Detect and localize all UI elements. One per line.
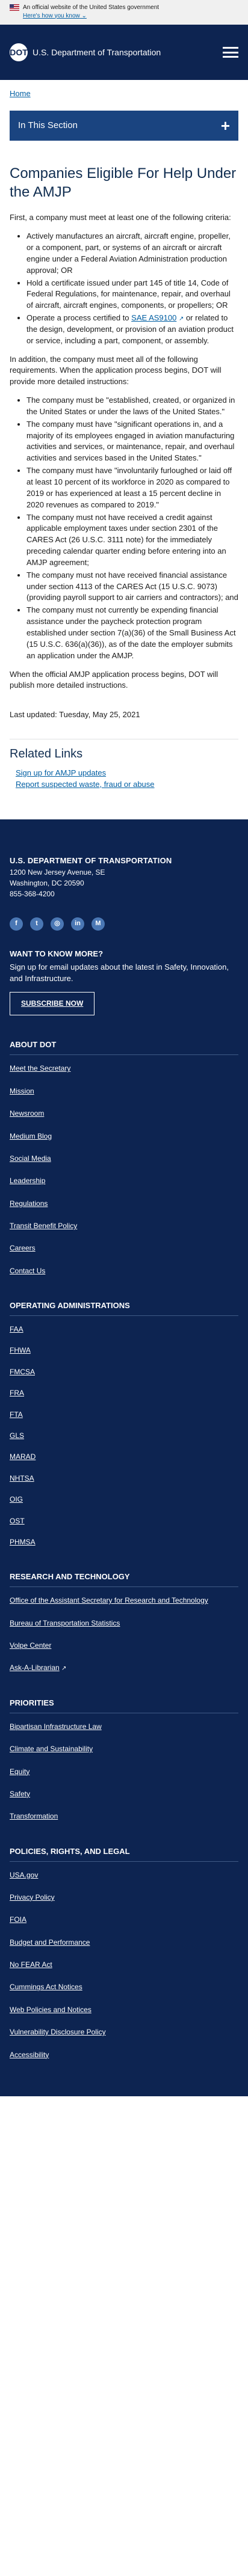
list-item: The company must not have received finan…	[26, 570, 238, 604]
footer-link[interactable]: Accessibility	[10, 2051, 49, 2059]
footer-link[interactable]: MARAD	[10, 1452, 36, 1461]
footer-address: 1200 New Jersey Avenue, SE Washington, D…	[10, 867, 238, 899]
footer-link[interactable]: Safety	[10, 1790, 30, 1798]
medium-icon[interactable]: M	[91, 917, 105, 931]
footer-section-about: ABOUT DOT Meet the Secretary Mission New…	[10, 1039, 238, 1276]
list-item: Operate a process certified to SAE AS910…	[26, 313, 238, 347]
facebook-icon[interactable]: f	[10, 917, 23, 931]
plus-icon: +	[220, 116, 230, 135]
footer-link[interactable]: FOIA	[10, 1915, 26, 1924]
list-item: The company must be "established, create…	[26, 395, 238, 418]
footer-link[interactable]: OST	[10, 1517, 25, 1525]
footer-link[interactable]: PHMSA	[10, 1538, 36, 1546]
twitter-icon[interactable]: t	[30, 917, 43, 931]
footer-link[interactable]: OIG	[10, 1495, 23, 1504]
social-links: f t ◎ in M	[10, 917, 238, 931]
footer-link[interactable]: NHTSA	[10, 1474, 34, 1482]
list-item: The company must not have received a cre…	[26, 512, 238, 569]
list-item: The company must have "significant opera…	[26, 419, 238, 464]
instagram-icon[interactable]: ◎	[51, 917, 64, 931]
footer-link[interactable]: Volpe Center	[10, 1641, 51, 1650]
footer-link[interactable]: FTA	[10, 1410, 23, 1419]
requirements-intro: In addition, the company must meet all o…	[10, 354, 222, 387]
footer-link[interactable]: Privacy Policy	[10, 1893, 55, 1901]
requirements-list: The company must be "established, create…	[26, 395, 238, 661]
footer-phone: 855-368-4200	[10, 889, 55, 898]
footer-link[interactable]: Budget and Performance	[10, 1938, 90, 1947]
footer-section-priorities: PRIORITIES Bipartisan Infrastructure Law…	[10, 1698, 238, 1822]
footer-link[interactable]: Ask-A-Librarian	[10, 1663, 60, 1672]
related-link-report[interactable]: Report suspected waste, fraud or abuse	[16, 780, 155, 789]
footer-org: U.S. DEPARTMENT OF TRANSPORTATION	[10, 855, 172, 865]
related-links: Related Links Sign up for AMJP updates R…	[10, 739, 238, 791]
footer-link[interactable]: No FEAR Act	[10, 1960, 52, 1969]
list-item: The company must not currently be expend…	[26, 605, 238, 661]
criteria-list: Actively manufactures an aircraft, aircr…	[26, 231, 238, 346]
site-header: DOT U.S. Department of Transportation	[0, 25, 248, 80]
list-item: Actively manufactures an aircraft, aircr…	[26, 231, 238, 276]
us-flag-icon	[10, 4, 19, 11]
footer-link[interactable]: Regulations	[10, 1199, 48, 1208]
footer-section-policies: POLICIES, RIGHTS, AND LEGAL USA.gov Priv…	[10, 1846, 238, 2060]
footer-link[interactable]: Leadership	[10, 1176, 45, 1185]
dot-seal-icon: DOT	[10, 43, 28, 61]
main-content: Companies Eligible For Help Under the AM…	[0, 165, 248, 791]
footer-link[interactable]: Equity	[10, 1767, 29, 1776]
dot-logo[interactable]: DOT U.S. Department of Transportation	[10, 43, 161, 61]
last-updated: Last updated: Tuesday, May 25, 2021	[10, 710, 140, 720]
footer-link[interactable]: Social Media	[10, 1154, 51, 1163]
footer-link[interactable]: FMCSA	[10, 1368, 35, 1376]
section-nav-label: In This Section	[18, 120, 78, 130]
hamburger-menu-icon[interactable]	[223, 47, 238, 58]
footer-link[interactable]: Transformation	[10, 1812, 58, 1820]
list-item: Hold a certificate issued under part 145…	[26, 278, 238, 312]
footer-link[interactable]: Web Policies and Notices	[10, 2005, 91, 2014]
footer-link[interactable]: Transit Benefit Policy	[10, 1222, 77, 1230]
related-link-signup[interactable]: Sign up for AMJP updates	[16, 768, 106, 777]
external-link-icon: ↗	[61, 1665, 67, 1672]
footer-link[interactable]: Cummings Act Notices	[10, 1983, 82, 1991]
site-footer: U.S. DEPARTMENT OF TRANSPORTATION 1200 N…	[0, 819, 248, 2097]
footer-link[interactable]: FHWA	[10, 1346, 31, 1354]
breadcrumb-home[interactable]: Home	[10, 89, 31, 98]
heres-how-link[interactable]: Here's how you know ⌄	[23, 12, 87, 20]
related-links-title: Related Links	[10, 747, 83, 761]
footer-link[interactable]: Office of the Assistant Secretary for Re…	[10, 1596, 208, 1605]
footer-link[interactable]: Bipartisan Infrastructure Law	[10, 1722, 102, 1731]
footer-link[interactable]: Vulnerability Disclosure Policy	[10, 2028, 106, 2036]
footer-link[interactable]: GLS	[10, 1431, 24, 1440]
footer-section-operating-admins: OPERATING ADMINISTRATIONS FAA FHWA FMCSA…	[10, 1300, 238, 1547]
footer-link[interactable]: Newsroom	[10, 1109, 44, 1118]
footer-link[interactable]: Careers	[10, 1244, 36, 1252]
footer-link[interactable]: FRA	[10, 1389, 24, 1397]
sae-as9100-link[interactable]: SAE AS9100	[131, 313, 176, 322]
footer-link[interactable]: Mission	[10, 1087, 34, 1095]
footer-link[interactable]: Meet the Secretary	[10, 1064, 70, 1072]
closing-text: When the official AMJP application proce…	[10, 669, 219, 690]
subscribe-button[interactable]: SUBSCRIBE NOW	[10, 992, 95, 1016]
linkedin-icon[interactable]: in	[71, 917, 84, 931]
footer-link[interactable]: FAA	[10, 1325, 23, 1333]
gov-banner: An official website of the United States…	[0, 0, 248, 25]
intro-text: First, a company must meet at least one …	[10, 213, 231, 222]
footer-link[interactable]: Climate and Sustainability	[10, 1745, 93, 1753]
page-title: Companies Eligible For Help Under the AM…	[10, 165, 237, 200]
newsletter-text: Sign up for email updates about the late…	[10, 962, 229, 984]
footer-link[interactable]: Medium Blog	[10, 1132, 52, 1140]
footer-section-research: RESEARCH AND TECHNOLOGY Office of the As…	[10, 1571, 238, 1674]
newsletter-title: WANT TO KNOW MORE?	[10, 949, 104, 958]
section-nav-toggle[interactable]: In This Section +	[10, 110, 238, 141]
breadcrumb: Home	[0, 80, 248, 106]
gov-banner-text: An official website of the United States…	[23, 4, 160, 11]
list-item: The company must have "involuntarily fur…	[26, 465, 238, 510]
footer-link[interactable]: Contact Us	[10, 1267, 45, 1275]
footer-link[interactable]: Bureau of Transportation Statistics	[10, 1619, 120, 1627]
logo-text: U.S. Department of Transportation	[33, 47, 161, 57]
footer-link[interactable]: USA.gov	[10, 1871, 38, 1879]
